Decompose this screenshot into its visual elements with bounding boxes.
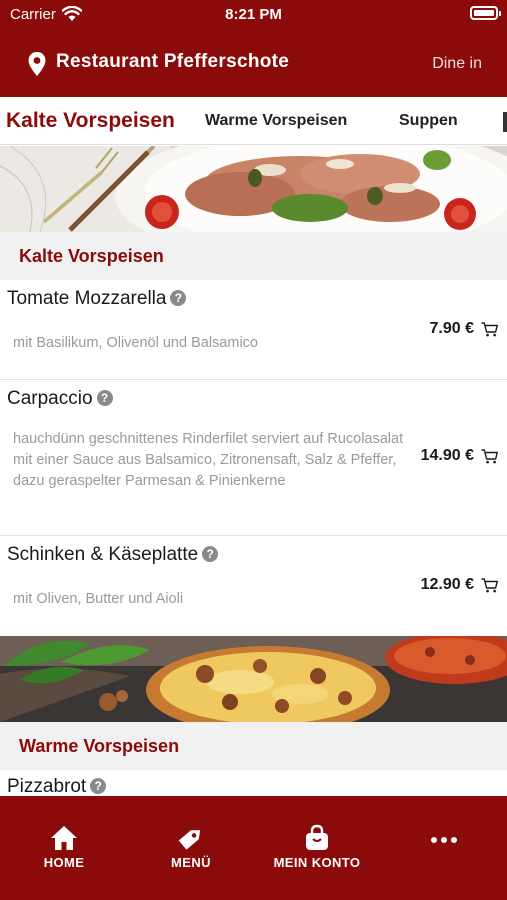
bag-icon bbox=[306, 824, 328, 850]
nav-label: MENÜ bbox=[171, 855, 211, 870]
nav-label: HOME bbox=[43, 855, 85, 870]
next-tab-indicator bbox=[503, 112, 507, 132]
nav-home[interactable]: HOME bbox=[9, 824, 119, 870]
clock: 8:21 PM bbox=[225, 6, 282, 23]
more-icon bbox=[431, 837, 457, 843]
category-tabs: Kalte Vorspeisen Warme Vorspeisen Suppen bbox=[0, 97, 507, 145]
dine-in-toggle[interactable]: Dine in bbox=[432, 55, 482, 73]
home-icon bbox=[51, 826, 77, 850]
location-pin-icon[interactable] bbox=[27, 51, 47, 77]
item-description: hauchdünn geschnittenes Rinderfilet serv… bbox=[13, 431, 404, 489]
cart-icon bbox=[481, 577, 498, 592]
battery-icon bbox=[470, 6, 501, 20]
tab-warme-vorspeisen[interactable]: Warme Vorspeisen bbox=[205, 97, 347, 145]
kalte-vorspeisen-image bbox=[0, 146, 507, 232]
restaurant-name[interactable]: Restaurant Pfefferschote bbox=[56, 51, 289, 73]
tab-kalte-vorspeisen[interactable]: Kalte Vorspeisen bbox=[6, 97, 175, 145]
bottom-navigation: HOME MENÜ MEIN KONTO bbox=[0, 796, 507, 900]
menu-item-carpaccio[interactable]: Carpaccio? hauchdünn geschnittenes Rinde… bbox=[0, 380, 507, 536]
menu-item-tomate-mozzarella[interactable]: Tomate Mozzarella? mit Basilikum, Oliven… bbox=[0, 280, 507, 380]
item-price: 12.90 € bbox=[420, 576, 474, 593]
info-icon[interactable]: ? bbox=[202, 546, 219, 562]
item-description: mit Basilikum, Olivenöl und Balsamico bbox=[13, 335, 258, 351]
nav-account[interactable]: MEIN KONTO bbox=[262, 824, 372, 870]
item-name: Carpaccio? bbox=[7, 388, 113, 410]
section-header-kalte-vorspeisen: Kalte Vorspeisen bbox=[0, 232, 507, 280]
add-to-cart-button[interactable]: 12.90 € bbox=[421, 576, 498, 594]
info-icon[interactable]: ? bbox=[170, 290, 187, 306]
nav-more[interactable] bbox=[389, 836, 499, 844]
top-bar: Carrier 8:21 PM Restaurant Pfefferschote… bbox=[0, 0, 507, 97]
section-title: Warme Vorspeisen bbox=[19, 736, 180, 756]
cart-icon bbox=[481, 448, 498, 463]
item-name: Pizzabrot? bbox=[7, 776, 107, 798]
tab-suppen[interactable]: Suppen bbox=[399, 97, 458, 145]
app-screen: Carrier 8:21 PM Restaurant Pfefferschote… bbox=[0, 0, 507, 900]
menu-item-schinken-kaeseplatte[interactable]: Schinken & Käseplatte? mit Oliven, Butte… bbox=[0, 536, 507, 636]
nav-label: MEIN KONTO bbox=[273, 855, 361, 870]
info-icon[interactable]: ? bbox=[90, 778, 107, 794]
add-to-cart-button[interactable]: 7.90 € bbox=[430, 320, 498, 338]
item-price: 14.90 € bbox=[420, 447, 474, 464]
item-name: Tomate Mozzarella? bbox=[7, 288, 187, 310]
item-description: mit Oliven, Butter und Aioli bbox=[13, 591, 184, 607]
section-header-warme-vorspeisen: Warme Vorspeisen bbox=[0, 722, 507, 770]
status-bar: Carrier 8:21 PM bbox=[0, 0, 507, 30]
info-icon[interactable]: ? bbox=[96, 390, 113, 406]
add-to-cart-button[interactable]: 14.90 € bbox=[421, 447, 498, 465]
cart-icon bbox=[481, 321, 498, 336]
nav-menu[interactable]: MENÜ bbox=[136, 824, 246, 870]
section-title: Kalte Vorspeisen bbox=[19, 246, 164, 266]
tag-icon bbox=[178, 830, 201, 850]
item-price: 7.90 € bbox=[429, 320, 474, 337]
warme-vorspeisen-image bbox=[0, 636, 507, 722]
item-name: Schinken & Käseplatte? bbox=[7, 544, 219, 566]
